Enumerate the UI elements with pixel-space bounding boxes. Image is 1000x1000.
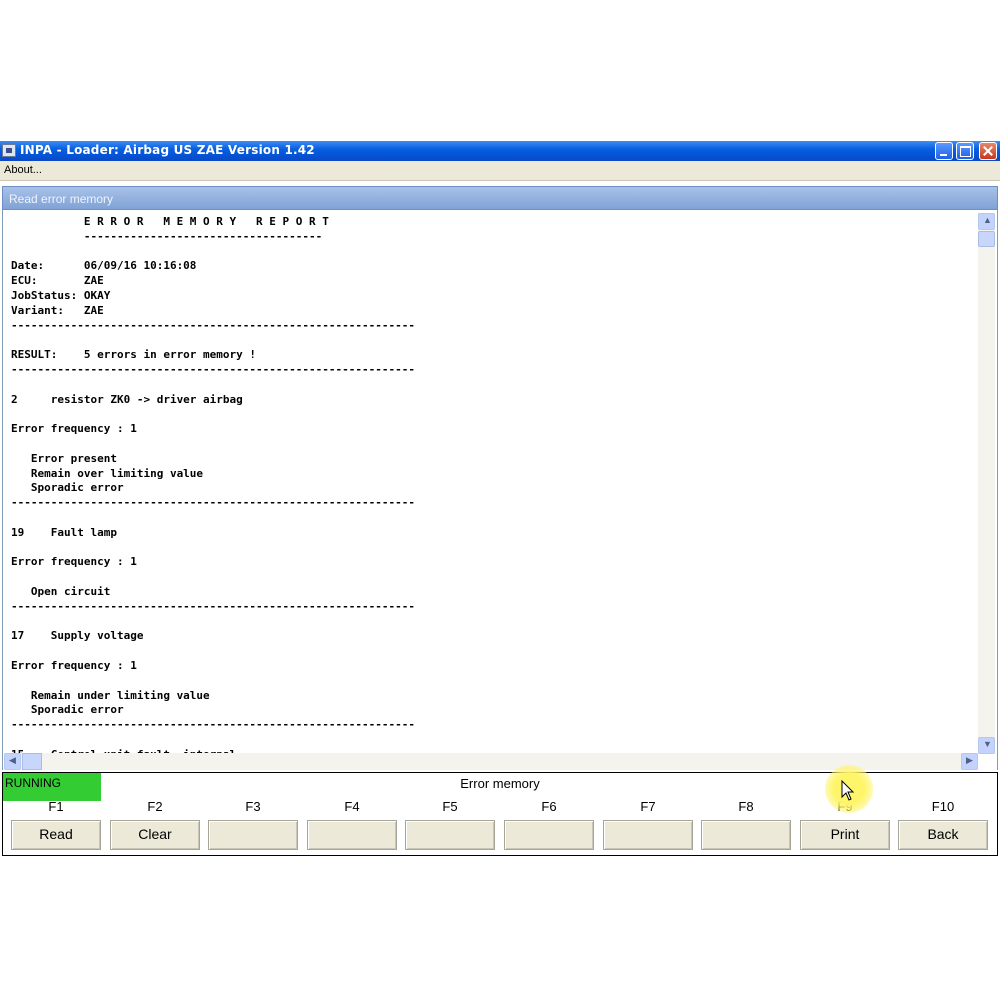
- fkey-button-f2[interactable]: Clear: [110, 820, 200, 850]
- horizontal-scrollbar[interactable]: ◀ ▶: [4, 753, 978, 770]
- fkey-button-f5[interactable]: [405, 820, 495, 850]
- minimize-button[interactable]: [935, 142, 953, 160]
- fkey-label-f10: F10: [931, 799, 955, 814]
- scroll-down-icon: ▼: [983, 739, 992, 749]
- scroll-right-icon: ▶: [966, 755, 973, 765]
- fkey-label-f2: F2: [147, 799, 163, 814]
- fkey-button-f8[interactable]: [701, 820, 791, 850]
- fkey-label-f7: F7: [640, 799, 656, 814]
- vertical-scrollbar[interactable]: ▲ ▼: [978, 213, 995, 754]
- scroll-left-button[interactable]: ◀: [4, 753, 21, 770]
- fkey-button-f4[interactable]: [307, 820, 397, 850]
- fkey-button-f9[interactable]: Print: [800, 820, 890, 850]
- menu-bar: About...: [0, 161, 1000, 181]
- fkey-button-f10[interactable]: Back: [898, 820, 988, 850]
- close-button[interactable]: [979, 142, 997, 160]
- report-panel-title: Read error memory: [9, 192, 114, 206]
- window-title: INPA - Loader: Airbag US ZAE Version 1.4…: [20, 143, 315, 157]
- fkey-label-f3: F3: [245, 799, 261, 814]
- fkey-label-f8: F8: [738, 799, 754, 814]
- fkey-label-f5: F5: [442, 799, 458, 814]
- error-memory-report: E R R O R M E M O R Y R E P O R T ------…: [11, 215, 415, 761]
- maximize-button[interactable]: [956, 142, 974, 160]
- menu-about[interactable]: About...: [4, 164, 42, 176]
- mouse-cursor-icon: [841, 780, 855, 801]
- scroll-left-icon: ◀: [9, 755, 16, 765]
- app-icon[interactable]: [2, 144, 16, 157]
- title-bar: INPA - Loader: Airbag US ZAE Version 1.4…: [0, 141, 1000, 161]
- scroll-up-button[interactable]: ▲: [978, 213, 995, 230]
- scroll-down-button[interactable]: ▼: [978, 737, 995, 754]
- fkey-button-f3[interactable]: [208, 820, 298, 850]
- fkey-button-f6[interactable]: [504, 820, 594, 850]
- fkey-label-f6: F6: [541, 799, 557, 814]
- inpa-window: INPA - Loader: Airbag US ZAE Version 1.4…: [0, 141, 1000, 856]
- scroll-up-icon: ▲: [983, 215, 992, 225]
- fkey-label-f1: F1: [48, 799, 64, 814]
- report-panel-title-bar: Read error memory: [2, 186, 998, 210]
- fkey-button-f1[interactable]: Read: [11, 820, 101, 850]
- report-view[interactable]: E R R O R M E M O R Y R E P O R T ------…: [2, 210, 998, 770]
- horizontal-scroll-thumb[interactable]: [22, 753, 42, 770]
- fkey-button-f7[interactable]: [603, 820, 693, 850]
- fkey-label-f4: F4: [344, 799, 360, 814]
- scroll-right-button[interactable]: ▶: [961, 753, 978, 770]
- vertical-scroll-thumb[interactable]: [978, 231, 995, 247]
